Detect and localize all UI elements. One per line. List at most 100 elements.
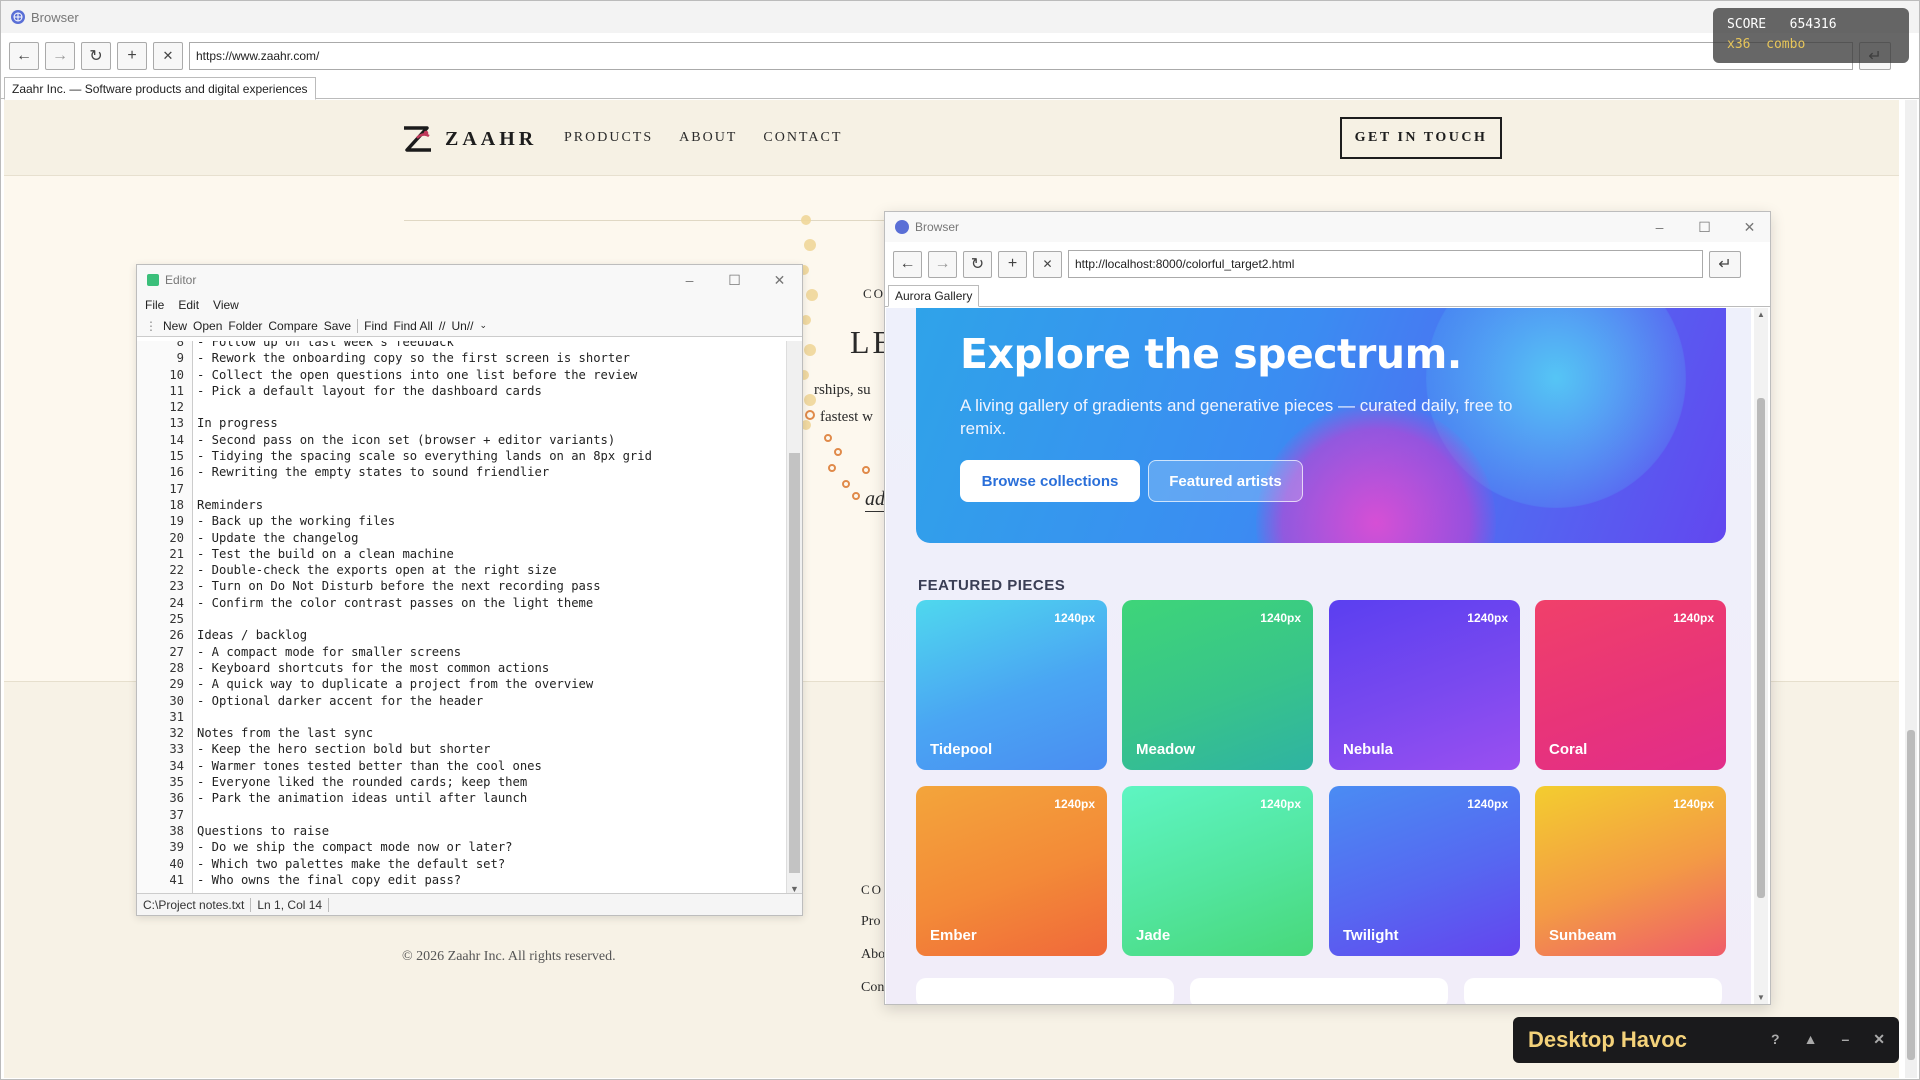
- code-line[interactable]: [197, 709, 802, 725]
- reload-button[interactable]: ↻: [81, 42, 111, 70]
- nav-contact[interactable]: CONTACT: [763, 130, 842, 146]
- close-icon[interactable]: ✕: [757, 265, 802, 295]
- tool-find[interactable]: Find: [364, 319, 387, 333]
- inner-address-bar[interactable]: http://localhost:8000/colorful_target2.h…: [1068, 250, 1703, 278]
- reload-button[interactable]: ↻: [963, 250, 992, 278]
- footer-link-contact[interactable]: Con: [861, 980, 884, 996]
- editor-text-area[interactable]: 8 9 10 11 12 13 14 15 16 17 18 19 20 21 22 23 24 25 26 27 28…: [137, 341, 802, 894]
- code-line[interactable]: [197, 807, 802, 823]
- code-line[interactable]: In progress: [197, 415, 802, 431]
- card-coral[interactable]: 1240px Coral: [1535, 600, 1726, 770]
- code-line[interactable]: - Update the changelog: [197, 530, 802, 546]
- code-line[interactable]: - Rewriting the empty states to sound fr…: [197, 464, 802, 480]
- scroll-down-icon[interactable]: ▼: [1757, 993, 1765, 1002]
- editor-scroll-thumb[interactable]: [789, 453, 800, 873]
- code-line[interactable]: - Warmer tones tested better than the co…: [197, 758, 802, 774]
- minimize-icon[interactable]: –: [1637, 212, 1682, 242]
- address-bar[interactable]: https://www.zaahr.com/: [189, 42, 1853, 70]
- go-button[interactable]: ↵: [1709, 250, 1741, 278]
- tool-compare[interactable]: Compare: [268, 319, 317, 333]
- code-line[interactable]: - Collect the open questions into one li…: [197, 367, 802, 383]
- code-line[interactable]: - Who owns the final copy edit pass?: [197, 872, 802, 888]
- card-nebula[interactable]: 1240px Nebula: [1329, 600, 1520, 770]
- code-line[interactable]: [197, 399, 802, 415]
- nav-about[interactable]: ABOUT: [679, 130, 737, 146]
- editor-code[interactable]: - Follow up on last week's feedback - Rew…: [193, 341, 802, 894]
- featured-artists-button[interactable]: Featured artists: [1148, 460, 1303, 502]
- tool-save[interactable]: Save: [324, 319, 351, 333]
- code-line[interactable]: - Which two palettes make the default se…: [197, 856, 802, 872]
- code-line[interactable]: [197, 481, 802, 497]
- new-tab-button[interactable]: +: [117, 42, 147, 70]
- inner-scrollbar[interactable]: ▲ ▼: [1754, 308, 1768, 1004]
- help-icon[interactable]: ?: [1771, 1031, 1780, 1048]
- card-tidepool[interactable]: 1240px Tidepool: [916, 600, 1107, 770]
- code-line[interactable]: - Tidying the spacing scale so everythin…: [197, 448, 802, 464]
- menu-edit[interactable]: Edit: [178, 298, 199, 312]
- card-sunbeam[interactable]: 1240px Sunbeam: [1535, 786, 1726, 956]
- card-meadow[interactable]: 1240px Meadow: [1122, 600, 1313, 770]
- tool-uncomment[interactable]: Un//: [451, 319, 473, 333]
- code-line[interactable]: - Park the animation ideas until after l…: [197, 790, 802, 806]
- code-line[interactable]: [197, 611, 802, 627]
- tool-open[interactable]: Open: [193, 319, 222, 333]
- stop-button[interactable]: ✕: [153, 42, 183, 70]
- card-jade[interactable]: 1240px Jade: [1122, 786, 1313, 956]
- editor-scrollbar[interactable]: ▼: [786, 341, 802, 894]
- code-line[interactable]: - Double-check the exports open at the r…: [197, 562, 802, 578]
- minimize-icon[interactable]: –: [1841, 1031, 1849, 1048]
- code-line[interactable]: - Rework the onboarding copy so the firs…: [197, 350, 802, 366]
- inner-scroll-thumb[interactable]: [1757, 398, 1765, 898]
- browse-collections-button[interactable]: Browse collections: [960, 460, 1140, 502]
- code-line[interactable]: Notes from the last sync: [197, 725, 802, 741]
- forward-button[interactable]: →: [45, 42, 75, 70]
- code-line[interactable]: - Everyone liked the rounded cards; keep…: [197, 774, 802, 790]
- tab-zaahr[interactable]: Zaahr Inc. — Software products and digit…: [4, 77, 316, 100]
- menu-file[interactable]: File: [145, 298, 164, 312]
- outer-scroll-thumb[interactable]: [1907, 730, 1915, 1060]
- stop-button[interactable]: ✕: [1033, 250, 1062, 278]
- code-line[interactable]: - Back up the working files: [197, 513, 802, 529]
- code-line[interactable]: - Pick a default layout for the dashboar…: [197, 383, 802, 399]
- code-line[interactable]: Ideas / backlog: [197, 627, 802, 643]
- back-button[interactable]: ←: [893, 250, 922, 278]
- code-line[interactable]: - Second pass on the icon set (browser +…: [197, 432, 802, 448]
- close-icon[interactable]: ✕: [1873, 1031, 1885, 1048]
- scroll-up-icon[interactable]: ▲: [1757, 310, 1765, 319]
- card-twilight[interactable]: 1240px Twilight: [1329, 786, 1520, 956]
- outer-scrollbar[interactable]: [1905, 100, 1917, 1078]
- tool-find-all[interactable]: Find All: [393, 319, 432, 333]
- tool-comment[interactable]: //: [439, 319, 446, 333]
- footer-link-products[interactable]: Pro: [861, 914, 880, 930]
- close-icon[interactable]: ✕: [1727, 212, 1772, 242]
- new-tab-button[interactable]: +: [998, 250, 1027, 278]
- code-line[interactable]: Questions to raise: [197, 823, 802, 839]
- forward-button[interactable]: →: [928, 250, 957, 278]
- code-line[interactable]: - Keyboard shortcuts for the most common…: [197, 660, 802, 676]
- code-line[interactable]: - Keep the hero section bold but shorter: [197, 741, 802, 757]
- outer-title-bar[interactable]: Browser: [1, 1, 1919, 33]
- maximize-icon[interactable]: ☐: [712, 265, 757, 295]
- overflow-chevron-icon[interactable]: ⌄: [480, 320, 488, 331]
- code-line[interactable]: - A quick way to duplicate a project fro…: [197, 676, 802, 692]
- get-in-touch-button[interactable]: GET IN TOUCH: [1340, 117, 1502, 159]
- tool-folder[interactable]: Folder: [228, 319, 262, 333]
- maximize-icon[interactable]: ☐: [1682, 212, 1727, 242]
- code-line[interactable]: - Confirm the color contrast passes on t…: [197, 595, 802, 611]
- code-line[interactable]: - Do we ship the compact mode now or lat…: [197, 839, 802, 855]
- card-ember[interactable]: 1240px Ember: [916, 786, 1107, 956]
- code-line[interactable]: - Turn on Do Not Disturb before the next…: [197, 578, 802, 594]
- menu-view[interactable]: View: [213, 298, 239, 312]
- nav-products[interactable]: PRODUCTS: [564, 130, 653, 146]
- code-line[interactable]: - Test the build on a clean machine: [197, 546, 802, 562]
- code-line[interactable]: Reminders: [197, 497, 802, 513]
- code-line[interactable]: - Optional darker accent for the header: [197, 693, 802, 709]
- code-line[interactable]: - Follow up on last week's feedback: [197, 341, 802, 350]
- tool-new[interactable]: New: [163, 319, 187, 333]
- back-button[interactable]: ←: [9, 42, 39, 70]
- tab-aurora-gallery[interactable]: Aurora Gallery: [888, 285, 980, 307]
- code-line[interactable]: - A compact mode for smaller screens: [197, 644, 802, 660]
- collapse-up-icon[interactable]: ▲: [1804, 1031, 1818, 1048]
- site-logo[interactable]: ZAAHR: [401, 124, 537, 154]
- footer-link-about[interactable]: Abo: [861, 947, 885, 963]
